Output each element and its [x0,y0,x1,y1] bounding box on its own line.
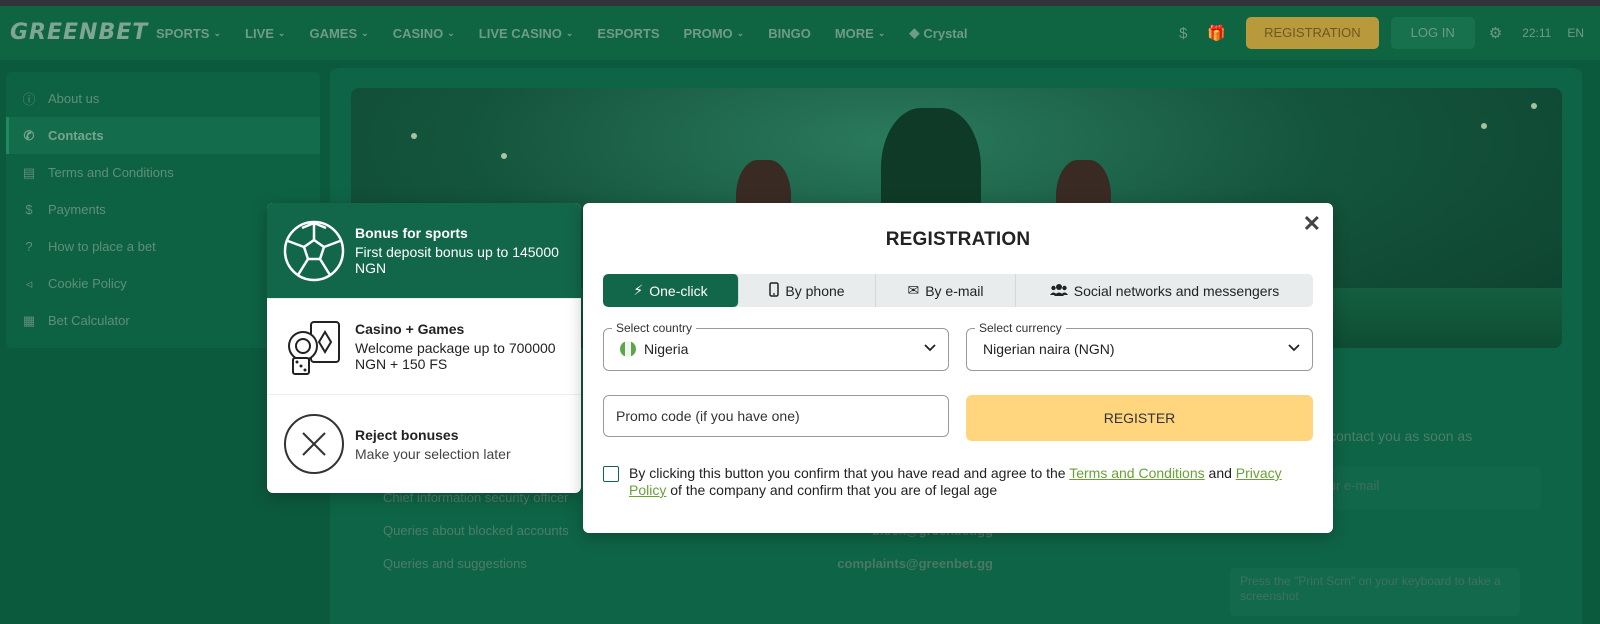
nav-crystal[interactable]: ◆ Crystal [909,25,967,41]
header-registration-button[interactable]: REGISTRATION [1246,17,1379,49]
agree-checkbox[interactable] [603,466,619,482]
header-actions: $ 🎁 REGISTRATION LOG IN ⚙ 22:11 EN [1179,6,1600,60]
sidebar-item-terms[interactable]: ▤ Terms and Conditions [6,154,320,191]
agree-text: By clicking this button you confirm that… [629,465,1282,498]
site-logo[interactable]: GREENBET [10,20,148,45]
nav-more[interactable]: MORE ⌄ [835,26,886,41]
soccer-ball-icon [283,220,345,282]
document-icon: ▤ [22,164,36,180]
registration-tabs: ⚡︎ One-click By phone ✉ By e-mail Social n… [603,274,1313,307]
nav-live-casino[interactable]: LIVE CASINO ⌄ [479,26,574,41]
chevron-down-icon: ⌄ [277,27,286,38]
gear-icon[interactable]: ⚙ [1489,24,1502,42]
nav-casino[interactable]: CASINO ⌄ [393,26,455,41]
contact-email-field[interactable]: your e-mail [1299,466,1541,510]
phone-icon: ✆ [23,127,35,143]
currency-select-value: Nigerian naira (NGN) [983,341,1115,357]
currency-select[interactable]: Select currency Nigerian naira (NGN) [966,321,1313,371]
diamond-icon: ◆ [909,25,920,40]
lightning-icon: ⚡︎ [633,282,644,298]
country-select[interactable]: Select country Nigeria [603,321,949,371]
stadium-light [501,153,507,159]
nav-bingo[interactable]: BINGO [768,26,811,41]
site-header: GREENBET SPORTS ⌄ LIVE ⌄ GAMES ⌄ CASINO ⌄ LI… [0,6,1600,60]
bonus-option-text: Reject bonuses Make your selection later [355,426,511,462]
reject-x-icon [283,413,345,475]
promo-code-input[interactable]: Promo code (if you have one) [603,395,949,437]
contact-form-text: contact you as soon as [1329,428,1473,444]
registration-modal: ✕ REGISTRATION ⚡︎ One-click By phone ✉ By … [583,203,1333,533]
nigeria-flag-icon [620,341,636,357]
stadium-light [411,133,417,139]
chevron-down-icon [924,341,936,355]
dollar-icon[interactable]: $ [1179,25,1187,42]
tab-one-click[interactable]: ⚡︎ One-click [603,274,739,307]
bonus-option-sports[interactable]: Bonus for sports First deposit bonus up … [267,203,581,299]
stadium-light [1481,123,1487,129]
modal-title: REGISTRATION [885,229,1031,250]
bonus-option-casino[interactable]: Casino + Games Welcome package up to 700… [267,299,581,395]
bonus-option-reject[interactable]: Reject bonuses Make your selection later [267,395,581,493]
question-icon: ? [25,239,33,254]
chevron-down-icon: ⌄ [736,27,745,38]
envelope-icon: ✉ [907,282,920,298]
register-button[interactable]: REGISTER [966,395,1313,441]
country-select-label: Select country [612,321,697,335]
terms-link[interactable]: Terms and Conditions [1069,465,1204,481]
sidebar-item-about[interactable]: ⓘ About us [6,80,320,117]
legal-agreement: By clicking this button you confirm that… [603,465,1313,499]
screenshot-hint: Press the "Print Scrn" on your keyboard … [1230,568,1520,616]
chevron-down-icon: ⌄ [447,27,455,38]
chevron-down-icon: ⌄ [877,27,886,38]
chevron-down-icon [1288,341,1300,355]
gift-icon[interactable]: 🎁 [1207,24,1226,42]
stadium-light [1531,103,1537,109]
nav-esports[interactable]: ESPORTS [597,26,659,41]
info-icon: ⓘ [22,92,36,107]
language-select[interactable]: EN [1567,26,1584,40]
dollar-icon: $ [25,202,33,217]
currency-select-label: Select currency [975,321,1066,335]
bonus-panel: Bonus for sports First deposit bonus up … [267,203,581,493]
chevron-down-icon: ⌄ [565,27,574,38]
country-select-value: Nigeria [620,341,688,357]
nav-promo[interactable]: PROMO ⌄ [684,26,745,41]
megaphone-icon: ◃ [25,275,33,291]
chevron-down-icon: ⌄ [213,27,222,38]
contact-row: Queries and suggestions complaints@greenb… [383,556,993,571]
main-nav: SPORTS ⌄ LIVE ⌄ GAMES ⌄ CASINO ⌄ LIVE CASINO… [156,6,991,60]
bonus-option-text: Casino + Games Welcome package up to 700… [355,321,556,372]
chevron-down-icon: ⌄ [361,27,369,38]
phone-icon [769,281,780,300]
clock-time[interactable]: 22:11 [1522,26,1551,40]
casino-chips-cards-icon [283,316,345,378]
nav-live[interactable]: LIVE ⌄ [245,26,285,41]
tab-social-networks[interactable]: Social networks and messengers [1016,274,1313,307]
users-icon [1049,283,1068,299]
bonus-option-text: Bonus for sports First deposit bonus up … [355,225,559,276]
nav-sports[interactable]: SPORTS ⌄ [156,26,221,41]
nav-games[interactable]: GAMES ⌄ [309,26,368,41]
sidebar-item-contacts[interactable]: ✆ Contacts [6,117,320,154]
tab-by-phone[interactable]: By phone [739,274,876,307]
header-login-button[interactable]: LOG IN [1390,17,1475,49]
calculator-icon: ▦ [22,312,36,328]
tab-by-email[interactable]: ✉ By e-mail [876,274,1016,307]
